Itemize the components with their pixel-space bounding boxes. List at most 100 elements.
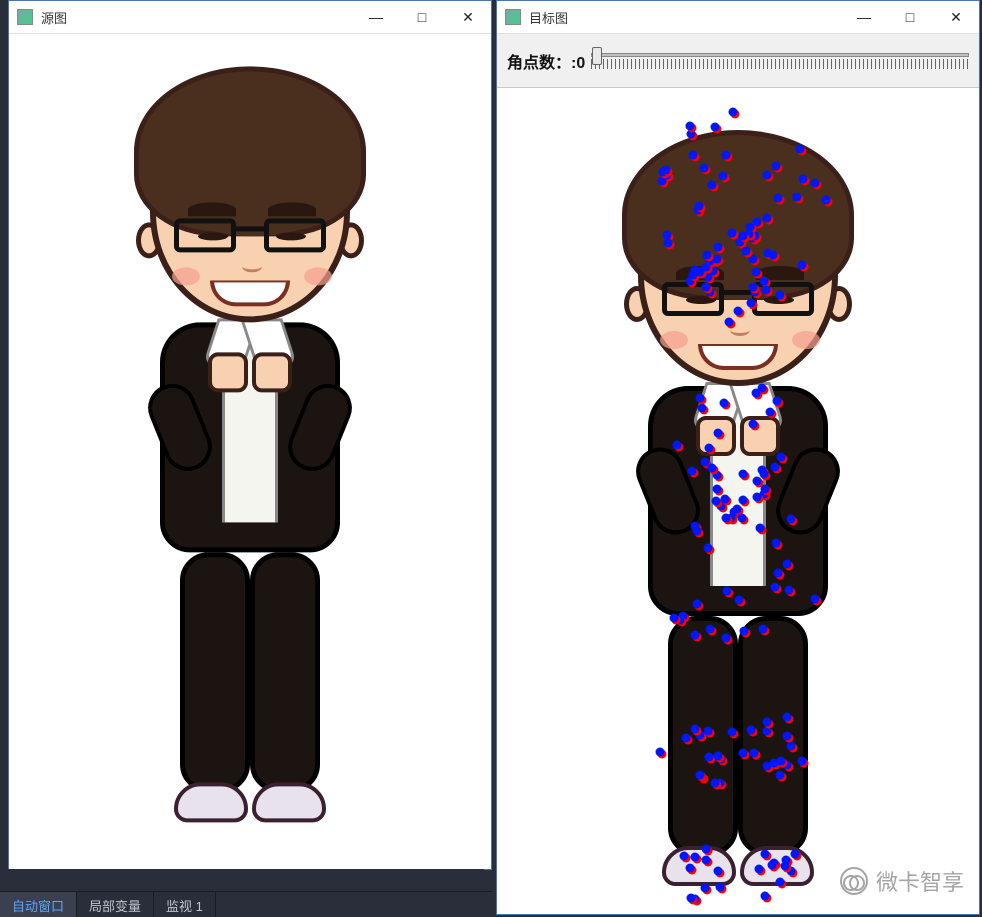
corner-point-blue xyxy=(733,504,742,513)
corner-point-blue xyxy=(735,595,744,604)
corner-point-blue xyxy=(747,726,756,735)
slider-thumb[interactable] xyxy=(592,47,602,65)
corner-point-blue xyxy=(712,254,721,263)
close-button[interactable]: ✕ xyxy=(933,1,979,34)
corner-point-blue xyxy=(695,202,704,211)
source-footer-strip xyxy=(8,869,484,891)
corner-point-blue xyxy=(701,283,710,292)
corner-point-blue xyxy=(748,282,757,291)
corner-point-blue xyxy=(738,749,747,758)
app-icon xyxy=(505,9,521,25)
corner-point-blue xyxy=(776,877,785,886)
corner-point-blue xyxy=(768,250,777,259)
corner-point-blue xyxy=(722,586,731,595)
corner-point-blue xyxy=(686,894,695,903)
corner-point-blue xyxy=(742,246,751,255)
target-window: 目标图 — □ ✕ 角点数：:0 xyxy=(496,0,980,915)
watermark: 微卡智享 xyxy=(840,865,964,897)
minimize-button[interactable]: — xyxy=(353,1,399,34)
corner-point-blue xyxy=(714,751,723,760)
corner-point-blue xyxy=(761,286,770,295)
corner-point-blue xyxy=(686,864,695,873)
corner-point-blue xyxy=(701,884,710,893)
corner-point-blue xyxy=(763,171,772,180)
corner-point-blue xyxy=(773,397,782,406)
corner-point-blue xyxy=(783,713,792,722)
corner-point-blue xyxy=(722,513,731,522)
corner-point-blue xyxy=(704,543,713,552)
corner-point-blue xyxy=(751,389,760,398)
tab-watch-1[interactable]: 监视 1 xyxy=(154,892,216,917)
maximize-button[interactable]: □ xyxy=(887,1,933,34)
tab-auto-window[interactable]: 自动窗口 xyxy=(0,892,77,917)
corner-point-blue xyxy=(692,527,701,536)
corner-point-blue xyxy=(716,883,725,892)
corner-point-blue xyxy=(754,865,763,874)
slider-value: 0 xyxy=(576,55,585,72)
corner-point-blue xyxy=(775,290,784,299)
corner-point-blue xyxy=(721,151,730,160)
corner-point-blue xyxy=(704,752,713,761)
corner-point-blue xyxy=(777,452,786,461)
corner-point-blue xyxy=(701,856,710,865)
corner-point-blue xyxy=(725,318,734,327)
corner-point-blue xyxy=(761,850,770,859)
corner-point-blue xyxy=(691,724,700,733)
watermark-text: 微卡智享 xyxy=(876,865,964,897)
corner-point-blue xyxy=(691,630,700,639)
corner-point-blue xyxy=(710,122,719,131)
tab-local-vars[interactable]: 局部变量 xyxy=(77,892,154,917)
corner-point-blue xyxy=(750,748,759,757)
corner-point-blue xyxy=(739,496,748,505)
corner-point-blue xyxy=(760,485,769,494)
corner-point-blue xyxy=(728,108,737,117)
corner-point-blue xyxy=(771,582,780,591)
corner-count-panel: 角点数：:0 xyxy=(497,34,979,88)
corner-point-blue xyxy=(762,718,771,727)
corner-point-blue xyxy=(761,892,770,901)
corner-point-blue xyxy=(780,861,789,870)
slider-ticks xyxy=(591,59,969,69)
corner-count-slider[interactable] xyxy=(591,53,969,69)
corner-point-blue xyxy=(753,477,762,486)
corner-point-blue xyxy=(770,463,779,472)
corner-point-blue xyxy=(774,194,783,203)
corner-point-blue xyxy=(702,263,711,272)
slider-label: 角点数：: xyxy=(507,55,576,72)
corner-point-blue xyxy=(763,214,772,223)
target-canvas xyxy=(497,88,979,914)
corner-point-blue xyxy=(748,419,757,428)
corner-point-blue xyxy=(696,771,705,780)
corner-point-blue xyxy=(782,560,791,569)
corner-point-blue xyxy=(707,181,716,190)
corner-point-blue xyxy=(714,867,723,876)
corner-point-blue xyxy=(685,122,694,131)
corner-point-blue xyxy=(772,538,781,547)
corner-point-blue xyxy=(777,757,786,766)
corner-point-blue xyxy=(697,404,706,413)
corner-point-blue xyxy=(740,626,749,635)
minimize-button[interactable]: — xyxy=(841,1,887,34)
corner-point-blue xyxy=(696,393,705,402)
target-titlebar[interactable]: 目标图 — □ ✕ xyxy=(497,1,979,34)
corner-point-blue xyxy=(747,298,756,307)
corner-point-blue xyxy=(737,514,746,523)
corner-point-blue xyxy=(711,497,720,506)
corner-point-blue xyxy=(687,466,696,475)
corner-point-blue xyxy=(759,625,768,634)
corner-point-blue xyxy=(756,524,765,533)
corner-point-blue xyxy=(798,175,807,184)
corner-point-blue xyxy=(663,239,672,248)
source-titlebar[interactable]: 源图 — □ ✕ xyxy=(9,1,491,34)
corner-point-blue xyxy=(766,407,775,416)
corner-point-blue xyxy=(688,150,697,159)
maximize-button[interactable]: □ xyxy=(399,1,445,34)
corner-point-blue xyxy=(656,748,665,757)
corner-point-blue xyxy=(681,734,690,743)
corner-point-blue xyxy=(713,484,722,493)
corner-point-blue xyxy=(727,727,736,736)
corner-point-blue xyxy=(811,179,820,188)
close-button[interactable]: ✕ xyxy=(445,1,491,34)
corner-point-blue xyxy=(753,493,762,502)
source-title: 源图 xyxy=(41,8,67,27)
